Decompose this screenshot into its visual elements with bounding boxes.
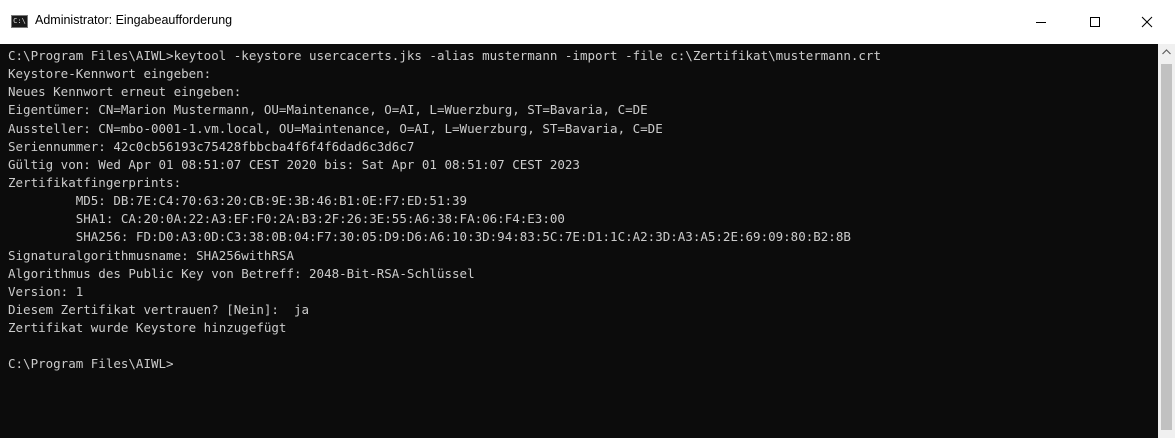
console-window: C:\ Administrator: Eingabeaufforderung C… xyxy=(0,0,1175,438)
vertical-scrollbar[interactable] xyxy=(1158,44,1175,438)
console-lines: C:\Program Files\AIWL>keytool -keystore … xyxy=(8,47,881,374)
console-output[interactable]: C:\Program Files\AIWL>keytool -keystore … xyxy=(0,44,1158,438)
maximize-icon xyxy=(1090,17,1100,27)
close-button[interactable] xyxy=(1124,0,1170,44)
console-line: C:\Program Files\AIWL>keytool -keystore … xyxy=(8,48,881,63)
console-line: Eigentümer: CN=Marion Mustermann, OU=Mai… xyxy=(8,102,648,118)
console-line: Algorithmus des Public Key von Betreff: … xyxy=(8,265,475,281)
title-bar[interactable]: C:\ Administrator: Eingabeaufforderung xyxy=(0,0,1175,44)
console-line: Gültig von: Wed Apr 01 08:51:07 CEST 202… xyxy=(8,156,580,172)
maximize-button[interactable] xyxy=(1072,0,1118,44)
console-line: Diesem Zertifikat vertrauen? [Nein]: ja xyxy=(8,301,310,317)
scrollbar-thumb[interactable] xyxy=(1161,64,1172,430)
console-line: SHA1: CA:20:0A:22:A3:EF:F0:2A:B3:2F:26:3… xyxy=(8,211,565,227)
console-line: SHA256: FD:D0:A3:0D:C3:38:0B:04:F7:30:05… xyxy=(8,229,851,245)
window-title: Administrator: Eingabeaufforderung xyxy=(35,13,233,27)
console-line: C:\Program Files\AIWL> xyxy=(8,356,174,372)
minimize-button[interactable] xyxy=(1018,0,1064,44)
close-icon xyxy=(1141,16,1153,28)
scroll-up-arrow-icon xyxy=(1162,49,1171,55)
console-line: MD5: DB:7E:C4:70:63:20:CB:9E:3B:46:B1:0E… xyxy=(8,193,468,209)
console-line: Seriennummer: 42c0cb56193c75428fbbcba4f6… xyxy=(8,138,415,154)
console-line: Keystore-Kennwort eingeben: xyxy=(8,66,212,82)
console-line: Aussteller: CN=mbo-0001-1.vm.local, OU=M… xyxy=(8,120,663,136)
minimize-icon xyxy=(1036,22,1046,23)
console-line: Signaturalgorithmusname: SHA256withRSA xyxy=(8,247,294,263)
cmd-app-icon[interactable]: C:\ xyxy=(11,15,28,28)
scroll-up-button[interactable] xyxy=(1158,44,1175,61)
console-line: Zertifikat wurde Keystore hinzugefügt xyxy=(8,320,287,336)
console-line: Zertifikatfingerprints: xyxy=(8,174,182,190)
console-line: Neues Kennwort erneut eingeben: xyxy=(8,84,242,100)
console-line: Version: 1 xyxy=(8,283,84,299)
